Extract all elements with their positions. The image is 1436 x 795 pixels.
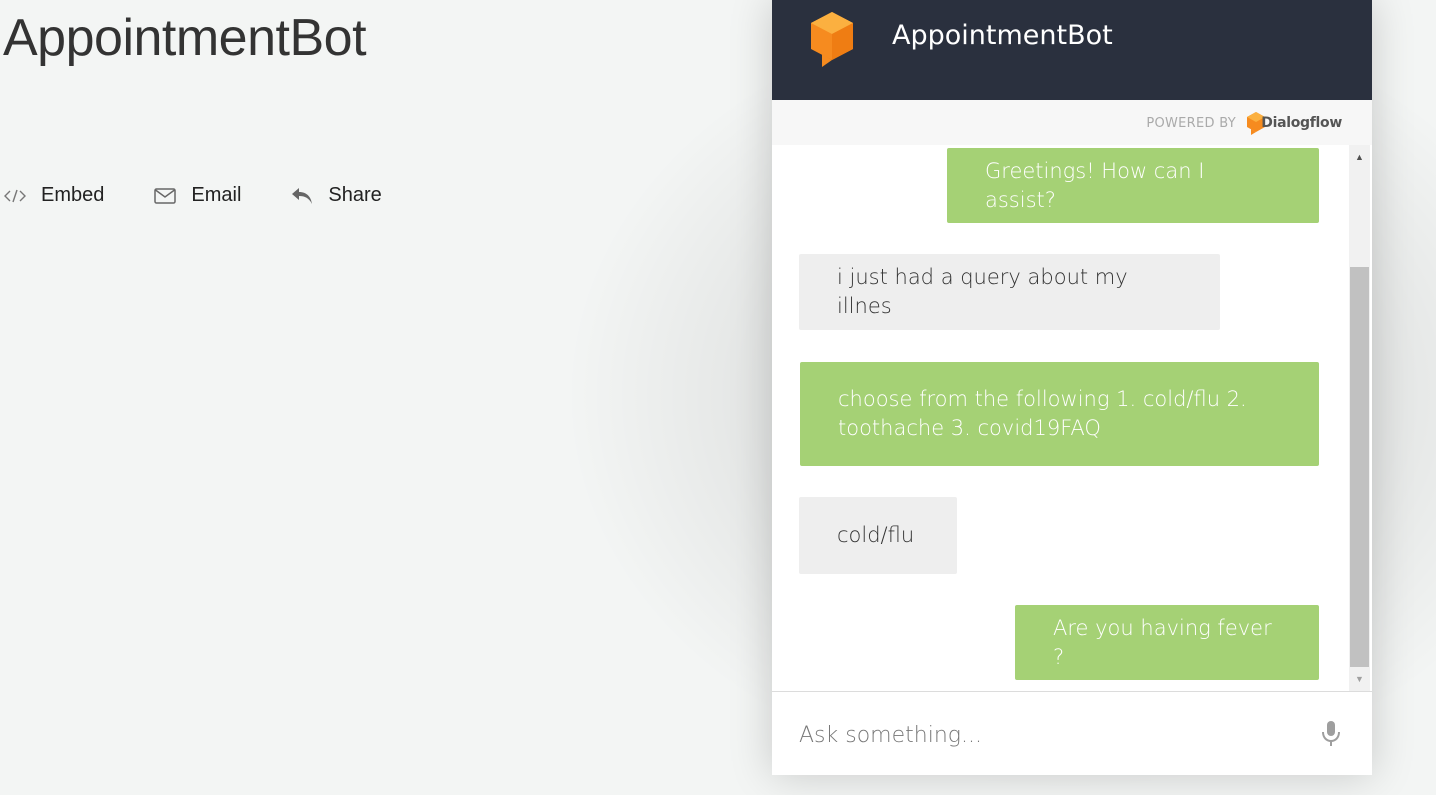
- chat-header: AppointmentBot: [772, 0, 1372, 100]
- code-icon: [4, 185, 26, 207]
- powered-by-label: POWERED BY: [1146, 116, 1236, 131]
- embed-button[interactable]: Embed: [4, 184, 104, 207]
- chat-title: AppointmentBot: [892, 20, 1113, 51]
- chat-input-bar: [772, 691, 1372, 775]
- message-text: cold/flu: [837, 523, 915, 547]
- bot-logo-icon: [811, 12, 853, 67]
- message-scrollbar[interactable]: ▲ ▼: [1349, 145, 1370, 691]
- message-text: Are you having fever ?: [1053, 615, 1272, 669]
- page-title: AppointmentBot: [3, 9, 367, 67]
- microphone-icon[interactable]: [1320, 720, 1342, 748]
- scroll-up-arrow-icon[interactable]: ▲: [1349, 147, 1370, 167]
- dialogflow-label: Dialogflow: [1261, 115, 1342, 131]
- action-bar: Embed Email Share: [4, 184, 432, 207]
- share-label: Share: [328, 184, 382, 206]
- bot-message: Greetings! How can I assist?: [947, 148, 1319, 223]
- envelope-icon: [154, 185, 177, 207]
- reply-arrow-icon: [291, 185, 313, 207]
- bot-message: choose from the following 1. cold/flu 2.…: [800, 362, 1319, 466]
- powered-by-bar: POWERED BY Dialogflow: [772, 100, 1372, 145]
- user-message: cold/flu: [799, 497, 957, 574]
- chat-widget: AppointmentBot POWERED BY Dialogflow Gre…: [772, 0, 1372, 775]
- scroll-down-arrow-icon[interactable]: ▼: [1349, 669, 1370, 689]
- message-list[interactable]: Greetings! How can I assist? i just had …: [772, 145, 1347, 691]
- chat-input[interactable]: [797, 716, 1301, 754]
- embed-label: Embed: [41, 184, 105, 206]
- email-button[interactable]: Email: [154, 184, 241, 207]
- message-text: i just had a query about my illnes: [837, 265, 1128, 318]
- bot-message: Are you having fever ?: [1015, 605, 1319, 680]
- email-label: Email: [191, 184, 242, 206]
- scrollbar-thumb[interactable]: [1350, 267, 1369, 667]
- message-text: Greetings! How can I assist?: [985, 158, 1205, 212]
- message-text: choose from the following 1. cold/flu 2.…: [838, 387, 1247, 440]
- user-message: i just had a query about my illnes: [799, 254, 1220, 330]
- share-button[interactable]: Share: [291, 184, 382, 207]
